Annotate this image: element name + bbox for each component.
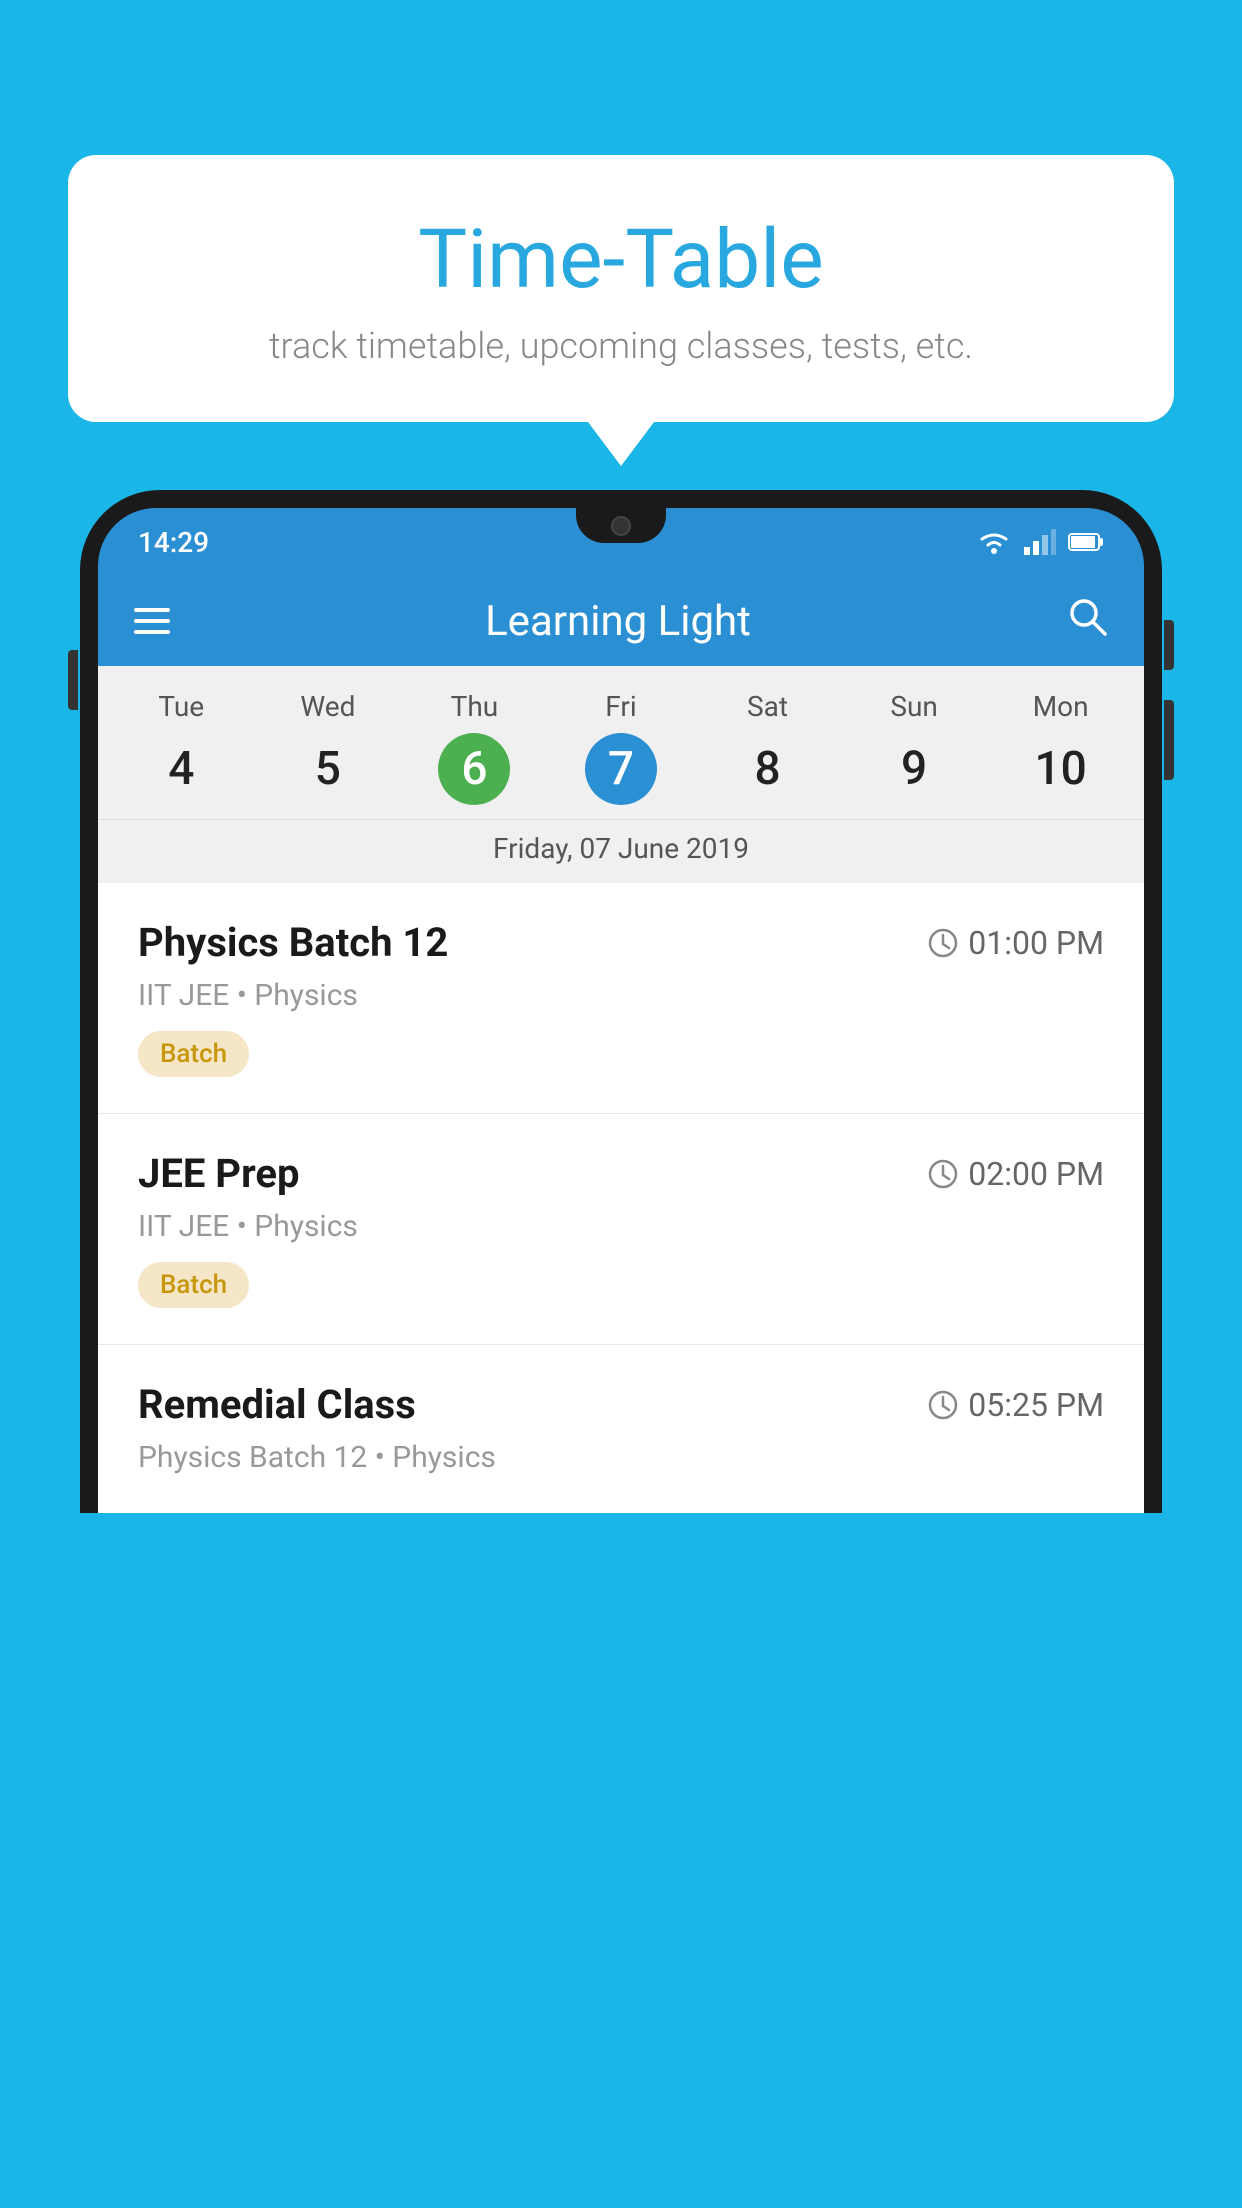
- day-col-sun[interactable]: Sun 9: [869, 690, 959, 805]
- phone-side-button-left: [68, 650, 78, 710]
- clock-icon: [928, 928, 958, 958]
- status-bar: 14:29: [98, 508, 1144, 576]
- schedule-item-header: Remedial Class 05:25 PM: [138, 1381, 1104, 1428]
- day-label: Sun: [890, 690, 938, 723]
- day-label: Fri: [605, 690, 636, 723]
- schedule-item-time: 02:00 PM: [928, 1155, 1104, 1193]
- schedule-item[interactable]: JEE Prep 02:00 PM IIT JEE • Physics Batch: [98, 1114, 1144, 1345]
- hamburger-line-3: [134, 630, 170, 634]
- signal-icon: [1024, 529, 1056, 555]
- schedule-item-title: Remedial Class: [138, 1381, 416, 1428]
- day-number: 10: [1025, 733, 1097, 805]
- phone-side-button-right-bottom: [1164, 700, 1174, 780]
- schedule-item-time: 01:00 PM: [928, 924, 1104, 962]
- schedule-item[interactable]: Physics Batch 12 01:00 PM IIT JEE • Physi…: [98, 883, 1144, 1114]
- day-number: 9: [878, 733, 950, 805]
- status-time: 14:29: [138, 526, 209, 559]
- schedule-item-time: 05:25 PM: [928, 1386, 1104, 1424]
- phone-outer: 14:29: [80, 490, 1162, 1513]
- app-header: Learning Light: [98, 576, 1144, 666]
- day-number: 5: [292, 733, 364, 805]
- day-col-sat[interactable]: Sat 8: [723, 690, 813, 805]
- day-label: Thu: [451, 690, 499, 723]
- batch-badge: Batch: [138, 1031, 249, 1077]
- battery-icon: [1068, 531, 1104, 553]
- day-col-fri[interactable]: Fri 7: [576, 690, 666, 805]
- hamburger-line-2: [134, 619, 170, 623]
- day-number: 8: [732, 733, 804, 805]
- day-number: 7: [585, 733, 657, 805]
- calendar-strip: Tue 4 Wed 5 Thu 6 Fri 7 Sat 8 Sun 9 Mon 10 Friday, 07…: [98, 666, 1144, 883]
- schedule-item-header: Physics Batch 12 01:00 PM: [138, 919, 1104, 966]
- selected-date-label: Friday, 07 June 2019: [98, 819, 1144, 883]
- day-label: Tue: [158, 690, 204, 723]
- phone-screen: Learning Light Tue4Wed5Thu6Fri7Sat8Sun9M…: [98, 576, 1144, 1513]
- day-label: Sat: [747, 690, 788, 723]
- schedule-item[interactable]: Remedial Class 05:25 PM Physics Batch 12 …: [98, 1345, 1144, 1513]
- schedule-list: Physics Batch 12 01:00 PM IIT JEE • Physi…: [98, 883, 1144, 1513]
- search-button[interactable]: [1066, 595, 1108, 648]
- phone-mockup: 14:29: [80, 490, 1162, 2208]
- schedule-item-header: JEE Prep 02:00 PM: [138, 1150, 1104, 1197]
- day-col-mon[interactable]: Mon 10: [1016, 690, 1106, 805]
- speech-bubble-title: Time-Table: [118, 215, 1124, 305]
- clock-icon: [928, 1159, 958, 1189]
- schedule-item-title: Physics Batch 12: [138, 919, 448, 966]
- batch-badge: Batch: [138, 1262, 249, 1308]
- phone-side-button-right-top: [1164, 620, 1174, 670]
- day-label: Mon: [1033, 690, 1089, 723]
- schedule-item-sub: Physics Batch 12 • Physics: [138, 1440, 1104, 1475]
- day-number: 6: [438, 733, 510, 805]
- schedule-item-title: JEE Prep: [138, 1150, 299, 1197]
- camera-dot: [611, 516, 631, 536]
- app-title: Learning Light: [485, 597, 751, 646]
- day-col-thu[interactable]: Thu 6: [429, 690, 519, 805]
- speech-bubble-subtitle: track timetable, upcoming classes, tests…: [118, 325, 1124, 367]
- days-row: Tue 4 Wed 5 Thu 6 Fri 7 Sat 8 Sun 9 Mon 10: [98, 690, 1144, 805]
- day-col-tue[interactable]: Tue 4: [136, 690, 226, 805]
- speech-bubble: Time-Table track timetable, upcoming cla…: [68, 155, 1174, 422]
- schedule-item-sub: IIT JEE • Physics: [138, 978, 1104, 1013]
- hamburger-line-1: [134, 608, 170, 612]
- status-icons: [976, 529, 1104, 555]
- day-col-wed[interactable]: Wed 5: [283, 690, 373, 805]
- hamburger-menu-button[interactable]: [134, 608, 170, 634]
- day-number: 4: [145, 733, 217, 805]
- clock-icon: [928, 1390, 958, 1420]
- wifi-icon: [976, 529, 1012, 555]
- schedule-item-sub: IIT JEE • Physics: [138, 1209, 1104, 1244]
- day-label: Wed: [300, 690, 355, 723]
- phone-notch: [576, 508, 666, 543]
- speech-bubble-container: Time-Table track timetable, upcoming cla…: [68, 155, 1174, 422]
